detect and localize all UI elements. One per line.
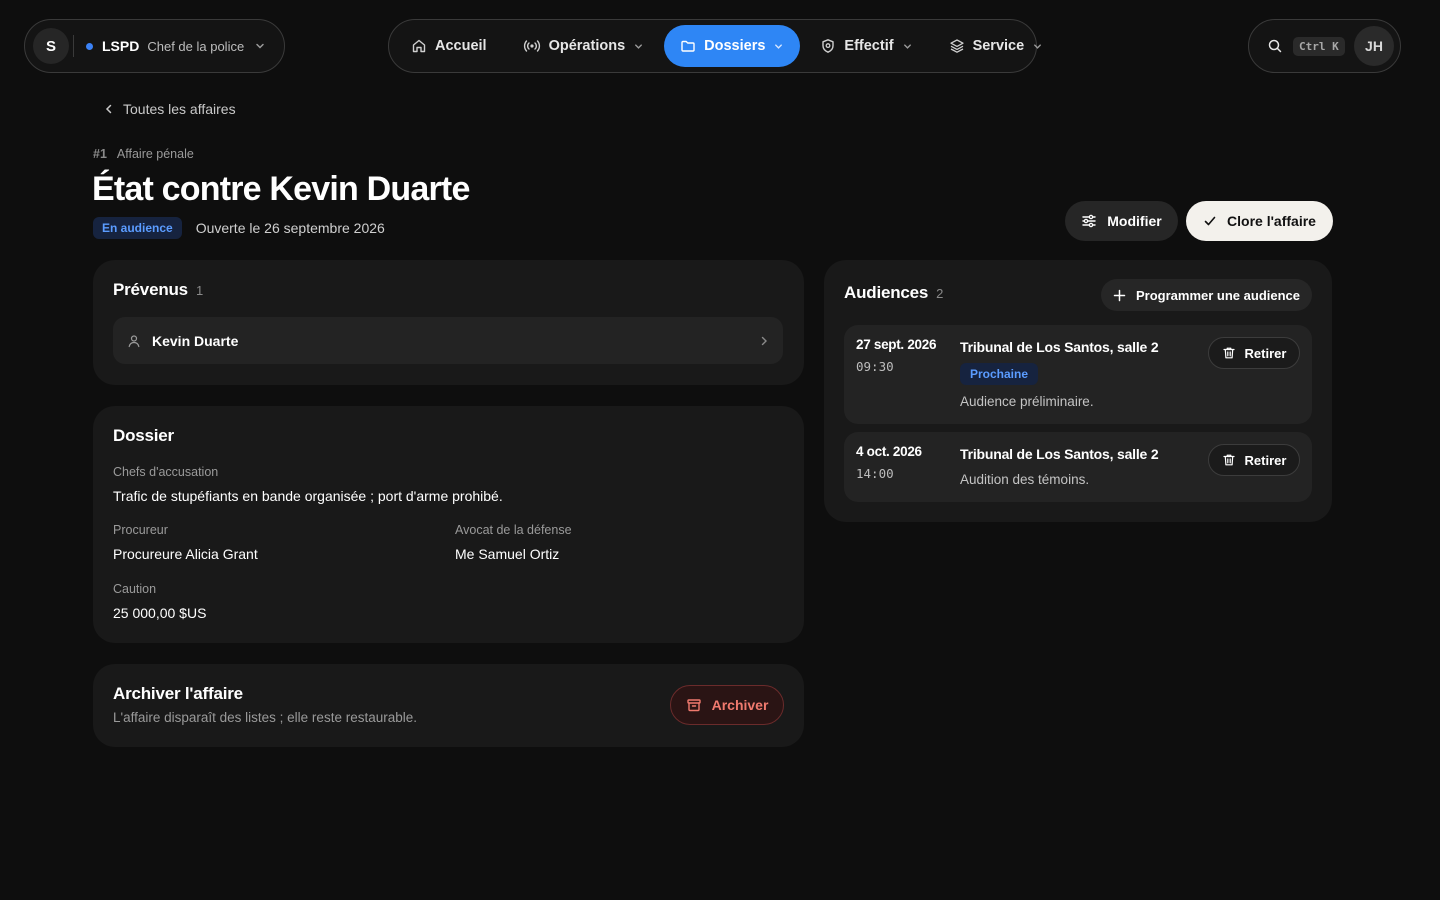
org-name: LSPD: [102, 38, 140, 54]
hearings-title: Audiences: [844, 283, 929, 302]
home-icon: [411, 38, 427, 54]
close-case-label: Clore l'affaire: [1227, 213, 1316, 229]
person-icon: [127, 334, 141, 348]
main-nav: Accueil Opérations Dossiers Effectif Ser…: [388, 19, 1042, 73]
chevron-down-icon: [773, 41, 784, 52]
hearing-item: 27 sept. 2026 09:30 Tribunal de Los Sant…: [844, 325, 1312, 424]
hearing-note: Audition des témoins.: [960, 472, 1090, 487]
check-icon: [1203, 214, 1217, 228]
org-switcher[interactable]: S LSPD Chef de la police: [24, 19, 285, 73]
archive-description: L'affaire disparaît des listes ; elle re…: [113, 710, 417, 725]
case-meta: En audience Ouverte le 26 septembre 2026: [93, 217, 385, 239]
hearing-time: 09:30: [856, 359, 894, 374]
hearing-place: Tribunal de Los Santos, salle 2: [960, 339, 1159, 355]
layers-icon: [949, 38, 965, 54]
trash-icon: [1222, 453, 1236, 467]
defendants-count: 1: [195, 283, 204, 298]
defense-value: Me Samuel Ortiz: [455, 546, 560, 562]
defendants-card: Prévenus 1 Kevin Duarte: [93, 260, 804, 385]
defendants-title: Prévenus: [113, 280, 188, 299]
chevron-down-icon: [633, 41, 644, 52]
hearings-header: Audiences 2: [844, 283, 943, 303]
plus-icon: [1113, 289, 1126, 302]
org-avatar: S: [33, 28, 69, 64]
org-role: Chef de la police: [147, 38, 245, 54]
hearing-item: 4 oct. 2026 14:00 Tribunal de Los Santos…: [844, 432, 1312, 502]
chevron-down-icon: [1032, 41, 1043, 52]
nav-item-label: Opérations: [548, 38, 626, 54]
modify-button[interactable]: Modifier: [1065, 201, 1178, 241]
modify-label: Modifier: [1107, 213, 1162, 229]
nav-item-operations[interactable]: Opérations: [507, 25, 661, 67]
remove-label: Retirer: [1244, 345, 1287, 361]
hearings-card: Audiences 2 Programmer une audience 27 s…: [824, 260, 1332, 522]
chevron-down-icon: [254, 40, 266, 52]
charges-value: Trafic de stupéfiants en bande organisée…: [113, 488, 503, 504]
divider: [73, 35, 74, 57]
remove-hearing-button[interactable]: Retirer: [1208, 337, 1300, 369]
remove-hearing-button[interactable]: Retirer: [1208, 444, 1300, 476]
chevron-right-icon: [759, 335, 769, 347]
trash-icon: [1222, 346, 1236, 360]
search-icon[interactable]: [1267, 38, 1283, 54]
sliders-icon: [1081, 213, 1097, 229]
hearings-count: 2: [936, 286, 944, 301]
close-case-button[interactable]: Clore l'affaire: [1186, 201, 1333, 241]
opened-date: Ouverte le 26 septembre 2026: [195, 220, 385, 236]
hearing-note: Audience préliminaire.: [960, 394, 1094, 409]
archive-button-label: Archiver: [711, 697, 769, 713]
dossier-card: Dossier Chefs d'accusation Trafic de stu…: [93, 406, 804, 643]
chevron-down-icon: [902, 41, 913, 52]
defendant-row[interactable]: Kevin Duarte: [113, 317, 783, 364]
remove-label: Retirer: [1244, 452, 1287, 468]
nav-item-effectif[interactable]: Effectif: [804, 25, 928, 67]
badge-shield-icon: [820, 38, 836, 54]
archive-card: Archiver l'affaire L'affaire disparaît d…: [93, 664, 804, 747]
bail-value: 25 000,00 $US: [113, 605, 207, 621]
toolbar-right: Ctrl K JH: [1248, 19, 1401, 73]
case-type: Affaire pénale: [116, 147, 194, 161]
status-badge: En audience: [93, 217, 182, 239]
bail-label: Caution: [113, 582, 157, 596]
dossier-title: Dossier: [113, 426, 174, 445]
search-shortcut: Ctrl K: [1293, 36, 1345, 56]
archive-box-icon: [686, 697, 702, 713]
folder-icon: [680, 38, 696, 54]
nav-item-label: Dossiers: [704, 38, 766, 54]
defense-label: Avocat de la défense: [455, 523, 572, 537]
nav-item-label: Service: [972, 38, 1025, 54]
back-link-label: Toutes les affaires: [123, 101, 236, 117]
archive-button[interactable]: Archiver: [670, 685, 784, 725]
page-title: État contre Kevin Duarte: [92, 170, 470, 208]
archive-title: Archiver l'affaire: [113, 684, 243, 703]
nav-item-service[interactable]: Service: [933, 25, 1060, 67]
nav-item-accueil[interactable]: Accueil: [395, 25, 503, 67]
next-badge: Prochaine: [960, 363, 1039, 385]
back-link[interactable]: Toutes les affaires: [104, 101, 236, 117]
schedule-hearing-button[interactable]: Programmer une audience: [1101, 279, 1312, 311]
prosecutor-value: Procureure Alicia Grant: [113, 546, 258, 562]
hearing-time: 14:00: [856, 466, 894, 481]
nav-item-dossiers[interactable]: Dossiers: [664, 25, 801, 67]
case-number: #1: [93, 147, 107, 161]
nav-item-label: Effectif: [844, 38, 894, 54]
status-dot: [86, 42, 93, 50]
hearing-date: 4 oct. 2026: [856, 444, 922, 459]
hearing-place: Tribunal de Los Santos, salle 2: [960, 446, 1159, 462]
schedule-hearing-label: Programmer une audience: [1136, 287, 1300, 303]
user-avatar[interactable]: JH: [1354, 26, 1394, 66]
charges-label: Chefs d'accusation: [113, 465, 219, 479]
hearing-date: 27 sept. 2026: [856, 337, 937, 352]
chevron-left-icon: [104, 103, 114, 115]
nav-item-label: Accueil: [435, 38, 487, 54]
case-kicker: #1 Affaire pénale: [93, 147, 194, 161]
defendants-header: Prévenus 1: [113, 280, 203, 300]
prosecutor-label: Procureur: [113, 523, 168, 537]
defendant-name: Kevin Duarte: [152, 332, 239, 349]
broadcast-icon: [523, 38, 541, 54]
